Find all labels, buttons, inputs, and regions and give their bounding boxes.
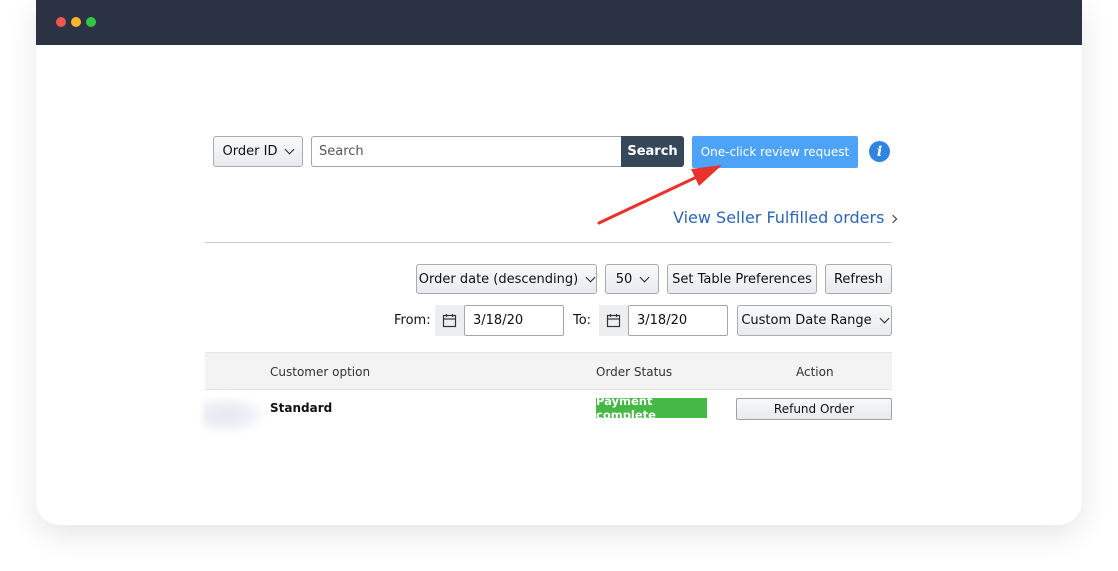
chevron-right-icon: [889, 214, 898, 224]
to-date-input[interactable]: [628, 305, 728, 336]
date-range-select[interactable]: Custom Date Range: [737, 305, 892, 336]
app-window: Order ID Search One-click review request…: [36, 0, 1082, 525]
refund-order-button[interactable]: Refund Order: [736, 398, 892, 420]
seller-link-label: View Seller Fulfilled orders: [673, 208, 885, 227]
chevron-down-icon: [285, 144, 295, 155]
sort-order-label: Order date (descending): [418, 271, 579, 287]
date-range-label: Custom Date Range: [741, 313, 872, 328]
search-type-label: Order ID: [222, 144, 278, 159]
chevron-down-icon: [585, 272, 596, 282]
column-header-action: Action: [796, 365, 834, 379]
to-date-picker: [599, 305, 728, 336]
maximize-window-button[interactable]: [86, 17, 96, 27]
one-click-review-request-button[interactable]: One-click review request: [692, 136, 858, 168]
orders-page: Order ID Search One-click review request…: [36, 45, 1082, 525]
column-header-order-status: Order Status: [596, 365, 673, 379]
column-header-customer-option: Customer option: [270, 365, 371, 379]
from-date-picker: [435, 305, 564, 336]
calendar-icon[interactable]: [599, 305, 628, 336]
chevron-down-icon: [879, 313, 890, 324]
page-size-label: 50: [615, 271, 633, 287]
chevron-down-icon: [639, 272, 650, 282]
customer-option-value: Standard: [270, 401, 333, 415]
calendar-icon[interactable]: [435, 305, 464, 336]
orders-table-header: Customer option Order Status Action: [205, 352, 892, 390]
search-button[interactable]: Search: [621, 136, 684, 167]
sort-order-select[interactable]: Order date (descending): [416, 264, 597, 294]
set-table-preferences-button[interactable]: Set Table Preferences: [667, 264, 817, 294]
page-size-select[interactable]: 50: [605, 264, 659, 294]
to-label: To:: [573, 313, 592, 328]
minimize-window-button[interactable]: [71, 17, 81, 27]
refresh-button[interactable]: Refresh: [825, 264, 892, 294]
divider: [205, 242, 892, 243]
status-badge: Payment complete: [596, 394, 707, 422]
search-type-select[interactable]: Order ID: [213, 136, 303, 167]
from-date-input[interactable]: [464, 305, 564, 336]
info-icon[interactable]: i: [869, 141, 890, 162]
redacted-product-image: [203, 397, 265, 433]
title-bar: [36, 0, 1082, 45]
close-window-button[interactable]: [56, 17, 66, 27]
from-label: From:: [394, 313, 431, 328]
search-input[interactable]: [311, 136, 621, 167]
view-seller-fulfilled-orders-link[interactable]: View Seller Fulfilled orders: [673, 208, 898, 227]
